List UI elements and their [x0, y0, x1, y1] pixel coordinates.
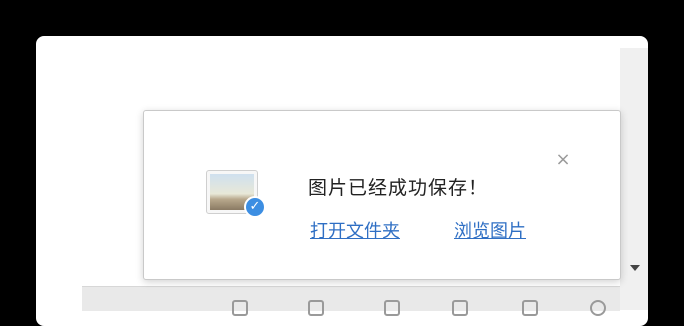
image-thumbnail-icon: ✓ [206, 166, 266, 218]
scroll-down-arrow-icon[interactable] [630, 265, 640, 271]
open-folder-link[interactable]: 打开文件夹 [310, 217, 400, 243]
toolbar-trash-icon[interactable] [384, 300, 400, 316]
check-badge-icon: ✓ [244, 196, 266, 218]
close-icon[interactable]: × [552, 149, 574, 171]
view-image-link[interactable]: 浏览图片 [454, 217, 526, 243]
toolbar-leaf-icon[interactable] [308, 300, 324, 316]
success-message: 图片已经成功保存！ [308, 177, 489, 199]
toolbar-thumb-icon[interactable] [232, 300, 248, 316]
toolbar-settings-icon[interactable] [590, 300, 606, 316]
toolbar-window-icon[interactable] [522, 300, 538, 316]
bottom-toolbar [82, 286, 620, 316]
toolbar-sound-icon[interactable] [452, 300, 468, 316]
save-success-popup: × ✓ 图片已经成功保存！ 打开文件夹 浏览图片 [143, 110, 621, 280]
